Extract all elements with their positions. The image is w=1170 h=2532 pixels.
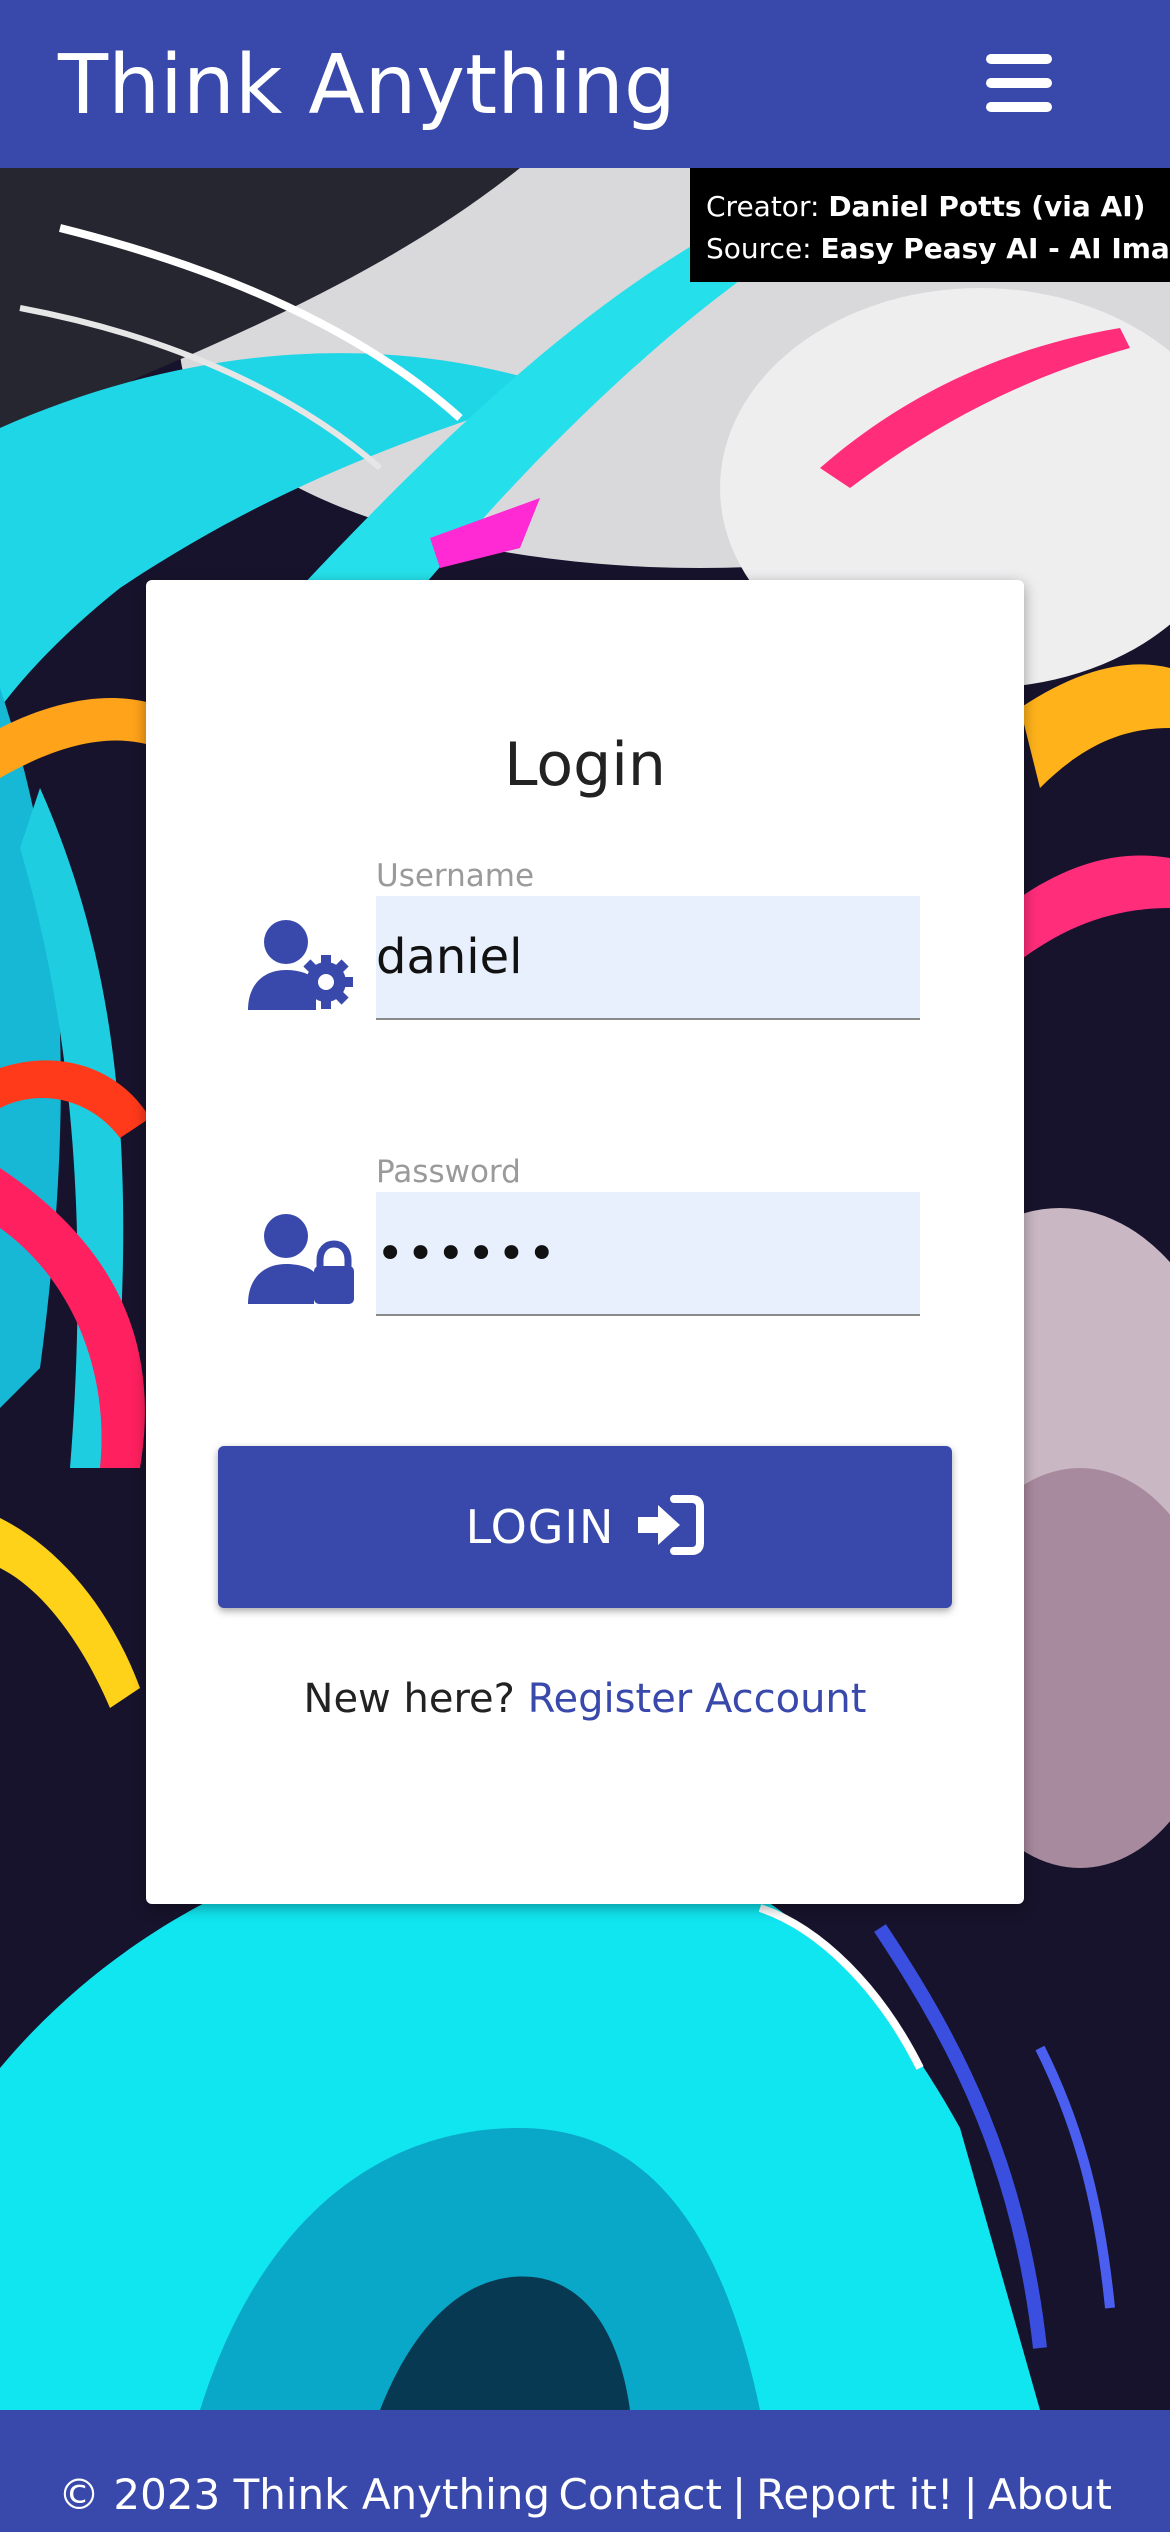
username-label: Username [376, 858, 535, 894]
footer: © 2023 Think Anything Contact | Report it!… [0, 2410, 1170, 2532]
footer-link-about[interactable]: About [988, 2470, 1112, 2519]
page: Think Anything Creator: Daniel Potts (vi… [0, 0, 1170, 2532]
menu-bar-line [986, 78, 1052, 88]
credit-source-row: Source: Easy Peasy AI - AI Images [706, 228, 1170, 270]
credit-creator-name: Daniel Potts (via AI) [828, 190, 1146, 223]
footer-link-contact[interactable]: Contact [559, 2470, 722, 2519]
username-input[interactable] [376, 896, 920, 1020]
password-input[interactable]: •••••• [376, 1192, 920, 1316]
sign-in-icon [634, 1495, 705, 1559]
footer-links: Contact | Report it! | About [559, 2470, 1112, 2520]
footer-separator: | [731, 2470, 747, 2519]
login-button[interactable]: LOGIN [218, 1446, 952, 1608]
login-title: Login [504, 730, 666, 800]
user-gear-icon [248, 918, 358, 1014]
register-prompt: New here? [303, 1676, 528, 1722]
top-app-bar: Think Anything [0, 0, 1170, 168]
login-button-label: LOGIN [465, 1500, 615, 1554]
credit-source-name[interactable]: Easy Peasy AI - AI Images [821, 232, 1170, 265]
login-card: Login Username daniel Password •••••• LO… [146, 580, 1024, 1904]
register-row: New here? Register Account [146, 1674, 1024, 1724]
menu-bar-line [986, 102, 1052, 112]
hamburger-menu-icon[interactable] [986, 50, 1060, 116]
site-title[interactable]: Think Anything [58, 36, 676, 136]
image-credit: Creator: Daniel Potts (via AI) Source: E… [690, 168, 1170, 282]
menu-bar-line [986, 54, 1052, 64]
footer-separator: | [963, 2470, 978, 2519]
password-label: Password [376, 1154, 521, 1190]
credit-creator-label: Creator: [706, 190, 820, 223]
footer-link-report[interactable]: Report it! [756, 2470, 954, 2519]
copyright-text: © 2023 Think Anything [58, 2470, 551, 2519]
user-lock-icon [248, 1212, 358, 1308]
credit-creator-row: Creator: Daniel Potts (via AI) [706, 186, 1170, 228]
credit-source-label: Source: [706, 232, 812, 265]
register-account-link[interactable]: Register Account [528, 1676, 867, 1722]
